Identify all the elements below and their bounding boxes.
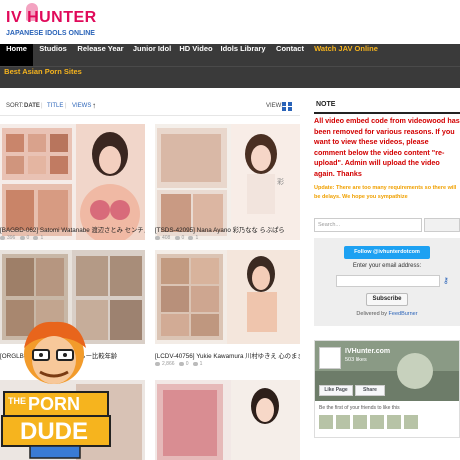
post-likes: 1 [40, 235, 44, 241]
face-avatar[interactable] [319, 415, 333, 429]
heart-icon [188, 235, 194, 240]
post-views: 408 [162, 235, 171, 241]
face-avatar[interactable] [404, 415, 418, 429]
post-thumbnail[interactable] [155, 250, 300, 344]
sort-bar: SORT: DATE | TITLE | VIEWS ↑ VIEW: [0, 98, 300, 116]
facebook-likes-count: 503 likes [345, 357, 367, 363]
site-header: IV HUNTER JAPANESE IDOLS ONLINE [0, 0, 460, 44]
subscribe-button[interactable]: Subscribe [366, 293, 408, 306]
nav-release-year[interactable]: Release Year [73, 44, 128, 66]
post-title[interactable]: [TSDS-42095] Nana Ayano 彩乃なな らぶぱら [155, 225, 300, 234]
note-update: Update: There are too many requirements … [314, 185, 457, 200]
facebook-share-button[interactable]: Share [355, 385, 385, 396]
post-views: 396 [7, 235, 16, 241]
eye-icon [155, 361, 160, 366]
nav-row-primary: Home Studios Release Year Junior Idol HD… [0, 44, 460, 66]
sort-by-title[interactable]: TITLE [47, 103, 63, 109]
sort-by-views[interactable]: VIEWS [72, 103, 91, 109]
logo-subtitle: JAPANESE IDOLS ONLINE [6, 30, 95, 37]
post-thumbnail[interactable] [155, 380, 300, 460]
nav-home[interactable]: Home [0, 44, 33, 66]
sort-separator: | [65, 103, 67, 109]
facebook-avatar[interactable] [319, 347, 341, 369]
twitter-follow-button[interactable]: Follow @ivhunterdotcom [344, 246, 430, 259]
email-label: Enter your email address: [352, 263, 422, 269]
nav-contact[interactable]: Contact [270, 44, 310, 66]
key-icon: ⚷ [443, 276, 449, 285]
post-meta: 408 0 1 [155, 235, 198, 241]
facebook-page-name[interactable]: IVHunter.com [345, 348, 390, 355]
post-likes: 1 [199, 361, 203, 367]
nav-junior-idol[interactable]: Junior Idol [128, 44, 176, 66]
nav-idols-library[interactable]: Idols Library [216, 44, 270, 66]
nav-row-secondary: Best Asian Porn Sites [0, 66, 460, 88]
post-likes: 1 [195, 235, 199, 241]
nav-best-asian-sites[interactable]: Best Asian Porn Sites [0, 67, 86, 89]
heart-icon [33, 235, 39, 240]
facebook-page-widget: IVHunter.com 503 likes Like Page Share B… [314, 340, 460, 438]
svg-text:彩: 彩 [277, 177, 284, 186]
comment-icon [178, 361, 184, 366]
site-logo[interactable]: IV HUNTER JAPANESE IDOLS ONLINE [6, 3, 97, 41]
search-button[interactable] [424, 218, 460, 232]
face-avatar[interactable] [353, 415, 367, 429]
post-meta: 396 0 1 [0, 235, 43, 241]
nav-studios[interactable]: Studios [33, 44, 73, 66]
post-title[interactable]: [BAGBD-062] Satomi Watanabe 渡辺さとみ センチメンタ… [0, 225, 145, 234]
feedburner-link[interactable]: FeedBurner [389, 311, 418, 317]
search-row: Search... [314, 218, 460, 232]
badge-line-dude: DUDE [20, 418, 89, 445]
post-views: 2,866 [162, 361, 175, 367]
subscribe-box: Follow @ivhunterdotcom Enter your email … [314, 238, 460, 326]
post-thumbnail[interactable]: 彩 [155, 124, 300, 240]
face-avatar[interactable] [336, 415, 350, 429]
comment-icon [174, 235, 180, 240]
facebook-friends-text: Be the first of your friends to like thi… [319, 405, 400, 411]
face-avatar[interactable] [387, 415, 401, 429]
post-thumbnail[interactable] [0, 124, 145, 240]
view-label: VIEW: [266, 103, 283, 109]
sort-direction-icon[interactable]: ↑ [92, 101, 96, 110]
badge-line-porn: PORN [28, 394, 81, 414]
email-field[interactable] [336, 275, 440, 287]
porn-dude-badge[interactable]: THE PORN DUDE [0, 318, 112, 460]
comment-icon [19, 235, 25, 240]
eye-icon [0, 235, 5, 240]
post-comments: 0 [26, 235, 30, 241]
post-title[interactable]: [LCDV-40756] Yukie Kawamura 川村ゆきえ 心のままに [155, 351, 300, 360]
delivered-prefix: Delivered by [356, 311, 387, 317]
badge-line-the: THE [8, 396, 26, 406]
note-heading: NOTE [314, 98, 460, 114]
search-input[interactable]: Search... [314, 218, 422, 232]
logo-title: IV HUNTER [6, 9, 97, 26]
nav-watch-jav-online[interactable]: Watch JAV Online [310, 44, 382, 66]
nav-hd-video[interactable]: HD Video [176, 44, 216, 66]
heart-icon [192, 361, 198, 366]
facebook-faces [319, 415, 421, 434]
note-body: All video embed code from videowood has … [314, 116, 460, 178]
facebook-like-button[interactable]: Like Page [319, 385, 353, 396]
face-avatar[interactable] [370, 415, 384, 429]
post-meta: 2,866 0 1 [155, 361, 202, 367]
sort-label: SORT: [6, 103, 24, 109]
grid-view-icon[interactable] [282, 102, 294, 112]
main-nav: Home Studios Release Year Junior Idol HD… [0, 44, 460, 88]
post-comments: 0 [185, 361, 189, 367]
sort-by-date[interactable]: DATE [24, 103, 40, 109]
sort-separator: | [41, 103, 43, 109]
eye-icon [155, 235, 160, 240]
post-comments: 0 [181, 235, 185, 241]
feedburner-credit: Delivered by FeedBurner [314, 311, 460, 317]
